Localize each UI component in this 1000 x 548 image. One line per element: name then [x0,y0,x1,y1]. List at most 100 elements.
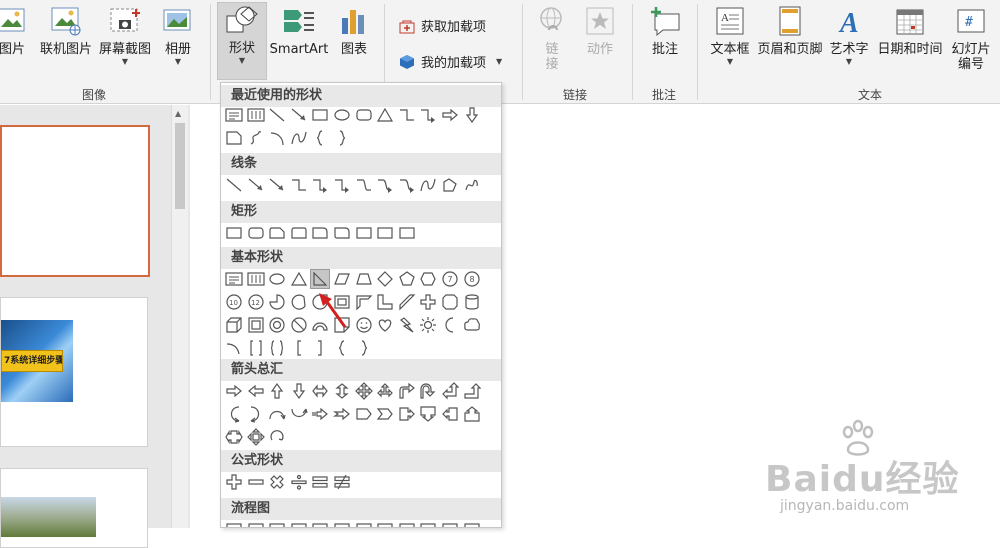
shape-scribble-icon[interactable] [462,175,482,195]
shape-rbrace-icon[interactable] [332,128,352,148]
shape-eqequal-icon[interactable] [310,472,330,492]
textbox-button[interactable]: A 文本框 ▼ [706,4,754,67]
shape-rtri-icon[interactable] [310,269,331,289]
shape-rrect-icon[interactable] [246,223,266,243]
shape-halfframe-icon[interactable] [354,292,374,312]
shape-chevron-icon[interactable] [375,404,395,424]
shape-lbrace-icon[interactable] [310,128,330,148]
shape-fc-icon[interactable] [289,519,309,527]
shape-rect-icon[interactable] [354,223,374,243]
shape-chord-icon[interactable] [289,292,309,312]
shape-rightcallout-icon[interactable] [397,404,417,424]
shape-rrect3-icon[interactable] [289,223,309,243]
shape-squiggle-icon[interactable] [246,128,266,148]
shape-wave-icon[interactable] [418,175,438,195]
slide-thumbnail-1[interactable] [0,125,150,277]
shape-elbowarrow-icon[interactable] [310,175,330,195]
shape-oct-icon[interactable]: 8 [462,269,482,289]
shape-lrup-icon[interactable] [375,381,395,401]
slide-thumbnail-2[interactable]: 7系统详细步骤 [0,297,148,447]
online-picture-button[interactable]: 联机图片 [38,4,94,57]
shape-rightarrow-icon[interactable] [224,381,244,401]
shape-bolt-icon[interactable] [397,315,417,335]
shape-rect-icon[interactable] [375,223,395,243]
shape-dodec-icon[interactable]: 12 [246,292,266,312]
shape-arrowline-icon[interactable] [246,175,266,195]
shape-pentarrow-icon[interactable] [354,404,374,424]
shape-upcallout-icon[interactable] [462,404,482,424]
shape-fc-icon[interactable] [310,519,330,527]
slide-thumbnail-3[interactable] [0,468,148,548]
shape-ellipse-icon[interactable] [267,269,287,289]
shape-snip-icon[interactable] [224,128,244,148]
shape-hex-icon[interactable] [418,269,438,289]
shape-downarrow-icon[interactable] [462,105,482,125]
header-footer-button[interactable]: 页眉和页脚 [757,4,823,57]
shape-eqmul-icon[interactable] [267,472,287,492]
shape-rrect4-icon[interactable] [310,223,330,243]
shape-tri-icon[interactable] [375,105,395,125]
shape-downarrow-icon[interactable] [289,381,309,401]
shape-circular-icon[interactable] [267,427,287,447]
shape-eqdiv-icon[interactable] [289,472,309,492]
shape-arc-icon[interactable] [267,128,287,148]
shape-rbracket-icon[interactable] [310,338,330,358]
shape-fc-icon[interactable] [332,519,352,527]
shape-leftup-icon[interactable] [440,381,460,401]
shape-vtextbox-icon[interactable] [246,105,266,125]
comment-button[interactable]: 批注 [645,4,685,57]
shape-arrowline-icon[interactable] [267,175,287,195]
shape-pie-icon[interactable] [267,292,287,312]
my-addins-button[interactable]: 我的加载项 ▼ [398,52,502,71]
shape-textbox-icon[interactable] [224,269,244,289]
shape-freeform-icon[interactable] [440,175,460,195]
shape-rect-icon[interactable] [224,223,244,243]
link-button[interactable]: 链 接 [534,4,570,72]
shapes-button[interactable]: 形状 ▼ [217,2,267,80]
shape-cube-icon[interactable] [224,315,244,335]
shape-fc-icon[interactable] [354,519,374,527]
shape-arrowline-icon[interactable] [289,105,309,125]
shape-rrect-icon[interactable] [354,105,374,125]
shape-curvedleft-icon[interactable] [246,404,266,424]
shape-plaque-icon[interactable] [440,292,460,312]
shape-moon-icon[interactable] [440,315,460,335]
shape-heart-icon[interactable] [375,315,395,335]
shape-line-icon[interactable] [267,105,287,125]
shape-fc-icon[interactable] [440,519,460,527]
shape-diagstripe-icon[interactable] [397,292,417,312]
shape-lbracket-icon[interactable] [289,338,309,358]
shape-curvedconn-icon[interactable] [354,175,374,195]
shape-cloud-icon[interactable] [462,315,482,335]
shape-eqminus-icon[interactable] [246,472,266,492]
shape-rightarrow-icon[interactable] [440,105,460,125]
shape-eqneq-icon[interactable] [332,472,352,492]
wordart-button[interactable]: A 艺术字 ▼ [826,4,872,67]
shape-rrect2-icon[interactable] [267,223,287,243]
shape-trap-icon[interactable] [354,269,374,289]
shape-bevel-icon[interactable] [246,315,266,335]
shape-fc-icon[interactable] [375,519,395,527]
shape-curvedarrow-icon[interactable] [397,175,417,195]
shape-fc-icon[interactable] [397,519,417,527]
shape-lrcallout-icon[interactable] [224,427,244,447]
smartart-button[interactable]: SmartArt [268,4,330,57]
shape-bentup-icon[interactable] [462,381,482,401]
shape-fc-icon[interactable] [267,519,287,527]
slide-number-button[interactable]: # 幻灯片 编号 [948,4,994,72]
shape-rrect5-icon[interactable] [332,223,352,243]
shape-curvedright-icon[interactable] [224,404,244,424]
chart-button[interactable]: 图表 [336,4,372,57]
shape-elbowarrow-icon[interactable] [332,175,352,195]
shape-fc-icon[interactable] [246,519,266,527]
shape-pent-icon[interactable] [397,269,417,289]
scrollbar-thumb[interactable] [175,123,185,209]
thumbnail-scrollbar[interactable]: ▲ [171,105,188,528]
shape-lrarrow-icon[interactable] [310,381,330,401]
picture-button[interactable]: 图片 [0,4,30,57]
shape-downcallout-icon[interactable] [418,404,438,424]
shape-donut-icon[interactable] [267,315,287,335]
shape-stripedright-icon[interactable] [310,404,330,424]
shape-plus-icon[interactable] [418,292,438,312]
shape-bentarrow-icon[interactable] [397,381,417,401]
